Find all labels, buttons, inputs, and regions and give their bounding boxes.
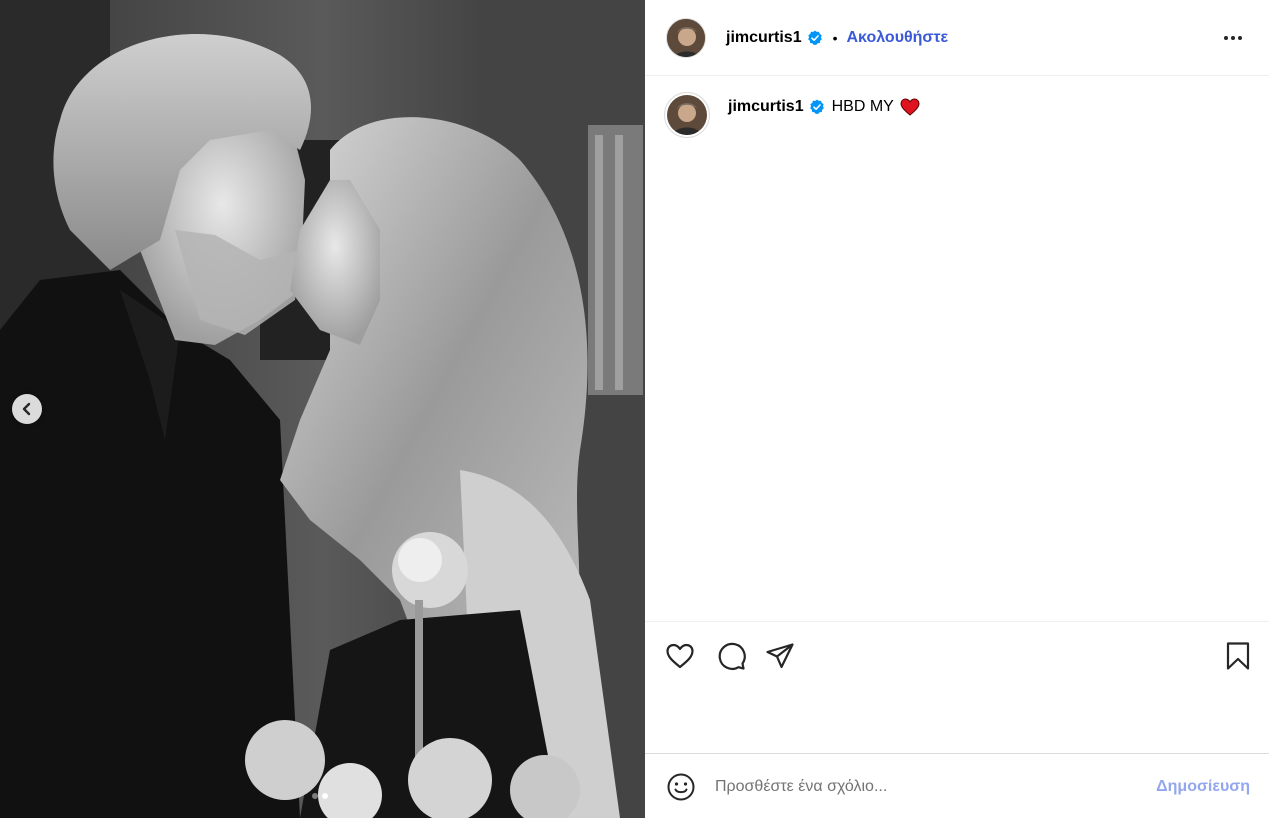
separator-dot: • (832, 29, 838, 46)
post-photo (0, 0, 645, 818)
caption-body: HBD MY (831, 98, 894, 115)
caption-avatar[interactable] (664, 92, 710, 138)
post-details-panel: jimcurtis1 • Ακολουθήστε jimcurtis1 HBD … (645, 0, 1269, 818)
caption-text-row: jimcurtis1 HBD MY (728, 98, 920, 116)
caption-username[interactable]: jimcurtis1 (728, 98, 804, 116)
verified-badge-icon (809, 99, 825, 115)
paper-plane-icon[interactable] (764, 640, 796, 672)
avatar[interactable] (666, 17, 706, 58)
chevron-left-icon (22, 402, 31, 416)
bookmark-icon[interactable] (1222, 640, 1254, 672)
verified-badge-icon (807, 30, 823, 46)
carousel-dot (312, 793, 318, 799)
post-header: jimcurtis1 • Ακολουθήστε (645, 0, 1269, 76)
post-comment-button[interactable]: Δημοσίευση (1156, 778, 1250, 796)
comment-input[interactable] (715, 772, 1135, 802)
post-caption: jimcurtis1 HBD MY (664, 92, 920, 138)
more-horizontal-icon[interactable] (1221, 26, 1245, 50)
carousel-prev-button[interactable] (12, 394, 42, 424)
heart-outline-icon[interactable] (664, 640, 696, 672)
avatar-image (667, 95, 707, 135)
emoji-smile-icon[interactable] (665, 771, 697, 803)
avatar-image (667, 18, 705, 57)
comment-bubble-icon[interactable] (715, 640, 747, 672)
red-heart-icon (900, 98, 920, 116)
carousel-dot-active (322, 793, 328, 799)
header-username[interactable]: jimcurtis1 (726, 29, 802, 47)
post-media[interactable] (0, 0, 645, 818)
carousel-indicator (312, 793, 328, 799)
comment-bar: Δημοσίευση (645, 753, 1269, 818)
action-bar (645, 621, 1269, 753)
follow-button[interactable]: Ακολουθήστε (847, 29, 949, 47)
